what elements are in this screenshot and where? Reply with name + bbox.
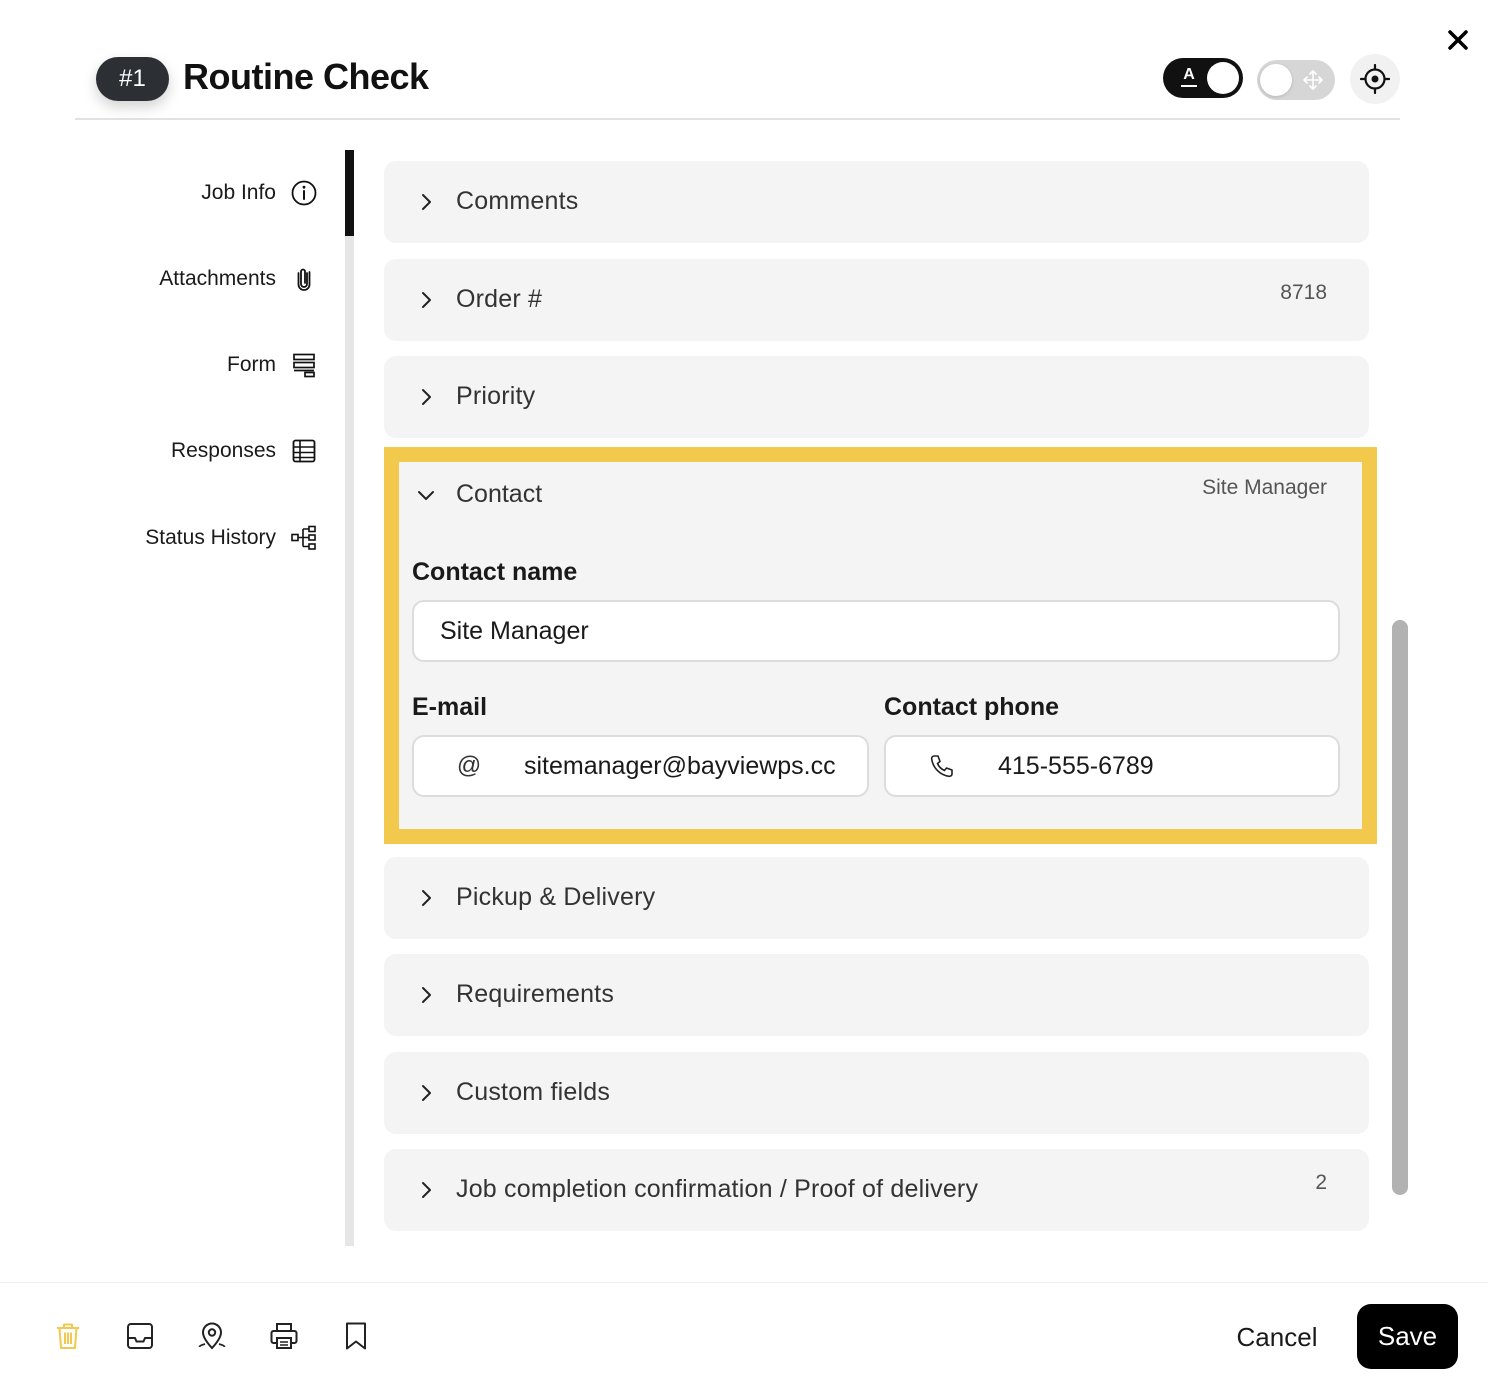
nav-item-label: Job Info [201, 181, 276, 204]
crosshair-icon [1360, 64, 1390, 94]
locate-button[interactable] [1350, 54, 1400, 104]
bookmark-button[interactable] [338, 1318, 374, 1354]
section-pickup-delivery[interactable]: Pickup & Delivery [384, 857, 1369, 939]
section-comments[interactable]: Comments [384, 161, 1369, 243]
proof-count-value: 2 [1315, 1171, 1327, 1194]
email-value: sitemanager@bayviewps.cc [524, 751, 836, 780]
form-icon [293, 353, 315, 378]
contact-phone-label: Contact phone [884, 693, 1059, 721]
section-label: Order # [456, 285, 543, 313]
nav-item-label: Responses [170, 439, 276, 462]
nav-item-responses[interactable]: Responses [171, 431, 318, 471]
section-order[interactable]: Order # 8718 [384, 259, 1369, 341]
at-sign-icon: @ [456, 752, 482, 779]
job-number-badge: #1 [96, 57, 169, 101]
chevron-right-icon [422, 389, 431, 405]
save-button[interactable]: Save [1357, 1304, 1458, 1369]
section-label: Pickup & Delivery [456, 883, 656, 911]
section-label: Comments [456, 187, 579, 215]
nav-item-status-history[interactable]: Status History [145, 518, 318, 558]
close-button[interactable] [1440, 22, 1476, 58]
chevron-right-icon [422, 1085, 431, 1101]
archive-button[interactable] [122, 1318, 158, 1354]
section-label: Custom fields [456, 1078, 611, 1106]
map-pin-icon [198, 1322, 226, 1350]
toggle-knob [1207, 62, 1239, 94]
chevron-right-icon [422, 292, 431, 308]
page-title: Routine Check [183, 56, 429, 97]
nav-active-indicator [345, 150, 354, 236]
bookmark-icon [346, 1322, 366, 1350]
nav-scroll-rail [345, 150, 354, 1246]
info-icon [291, 180, 317, 206]
print-button[interactable] [266, 1318, 302, 1354]
section-contact-header[interactable]: Contact Site Manager [399, 462, 1362, 532]
printer-icon [270, 1323, 298, 1349]
phone-icon [930, 755, 953, 778]
text-mode-toggle[interactable]: A [1163, 58, 1243, 98]
paperclip-icon [297, 268, 311, 291]
nav-item-form[interactable]: Form [227, 345, 318, 385]
contact-phone-value: 415-555-6789 [998, 751, 1154, 780]
section-label: Requirements [456, 980, 615, 1008]
section-contact: Contact Site Manager Contact name Site M… [384, 447, 1377, 844]
order-number-value: 8718 [1280, 281, 1327, 304]
map-location-button[interactable] [194, 1318, 230, 1354]
section-label: Priority [456, 382, 536, 410]
email-label: E-mail [412, 693, 488, 721]
section-proof-of-delivery[interactable]: Job completion confirmation / Proof of d… [384, 1149, 1369, 1231]
delete-button[interactable] [50, 1318, 86, 1354]
contact-phone-input[interactable]: 415-555-6789 [884, 735, 1340, 797]
nav-item-attachments[interactable]: Attachments [159, 259, 318, 299]
section-label: Job completion confirmation / Proof of d… [456, 1175, 979, 1203]
nav-item-label: Status History [145, 526, 276, 549]
table-icon [292, 439, 316, 463]
move-icon [1303, 70, 1323, 90]
contact-name-value: Site Manager [440, 616, 589, 645]
close-icon [1448, 30, 1468, 50]
inbox-icon [127, 1323, 153, 1349]
content-scrollbar[interactable] [1392, 620, 1408, 1195]
nav-item-job-info[interactable]: Job Info [201, 173, 318, 213]
cancel-button[interactable]: Cancel [1222, 1310, 1332, 1364]
move-mode-toggle[interactable] [1257, 60, 1335, 100]
contact-name-input[interactable]: Site Manager [412, 600, 1340, 662]
chevron-right-icon [422, 194, 431, 210]
chevron-right-icon [422, 890, 431, 906]
chevron-down-icon [418, 491, 434, 500]
text-format-icon: A [1179, 65, 1199, 89]
dialog-header: #1 Routine Check A [75, 40, 1400, 120]
toggle-knob [1260, 64, 1292, 96]
section-label: Contact [456, 480, 543, 508]
nav-item-label: Attachments [159, 267, 276, 290]
chevron-right-icon [422, 1182, 431, 1198]
section-custom-fields[interactable]: Custom fields [384, 1052, 1369, 1134]
section-priority[interactable]: Priority [384, 356, 1369, 438]
nav-item-label: Form [227, 353, 276, 376]
contact-summary-value: Site Manager [1202, 476, 1327, 499]
contact-name-label: Contact name [412, 558, 578, 586]
trash-icon [57, 1323, 79, 1349]
section-requirements[interactable]: Requirements [384, 954, 1369, 1036]
chevron-right-icon [422, 987, 431, 1003]
tree-icon [291, 525, 316, 550]
email-input[interactable]: @ sitemanager@bayviewps.cc [412, 735, 869, 797]
